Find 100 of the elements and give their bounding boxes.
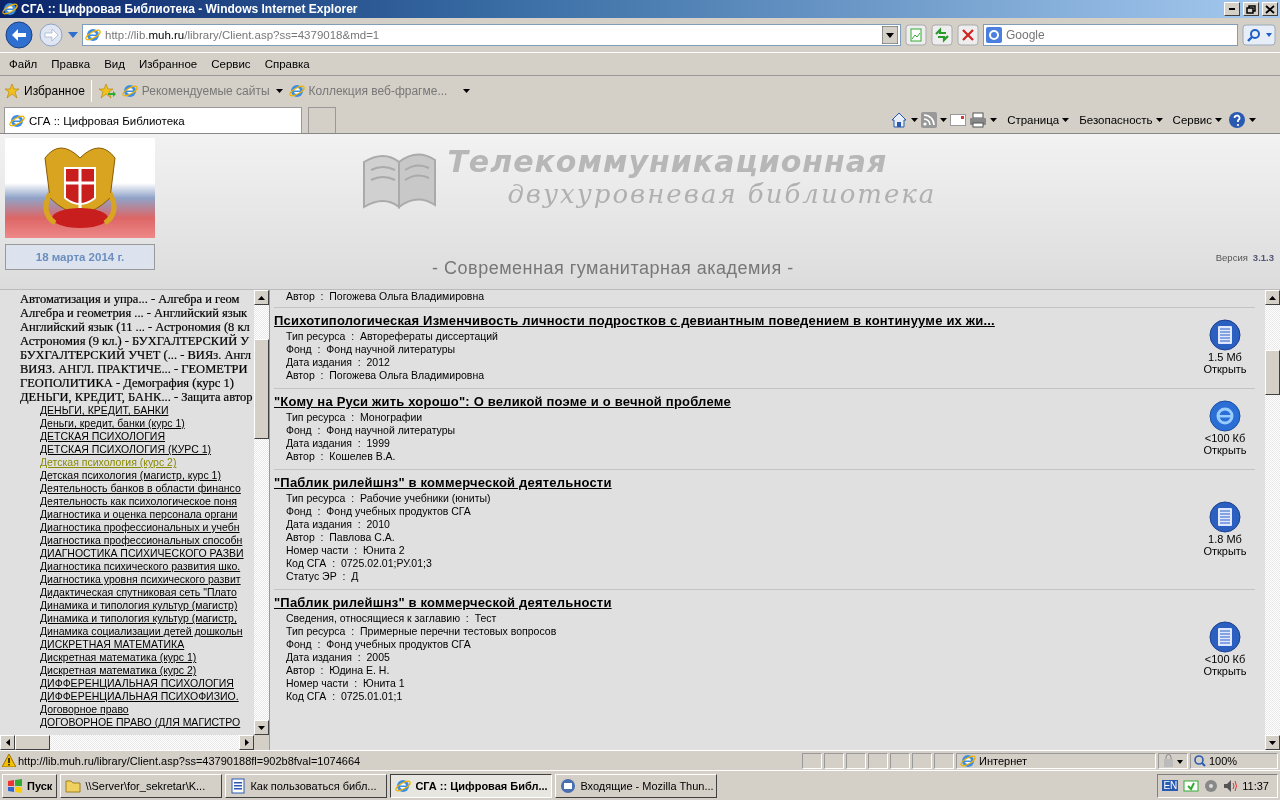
tree-link[interactable]: Договорное право: [40, 703, 129, 716]
file-size: <100 Кб: [1204, 432, 1246, 444]
language-indicator[interactable]: EN: [1162, 780, 1179, 791]
tree-link[interactable]: Динамика и типология культур (магистр): [40, 599, 238, 612]
tree-link[interactable]: Детская психология (магистр, курс 1): [40, 469, 221, 482]
detail-line: Фонд : Фонд учебных продуктов СГА: [285, 505, 472, 518]
favorites-button[interactable]: Избранное: [4, 83, 85, 99]
tree-item[interactable]: Алгебра и геометрия ... - Английский язык: [20, 306, 254, 320]
speaker-icon[interactable]: [1223, 778, 1238, 793]
stop-icon[interactable]: [957, 24, 979, 46]
search-field[interactable]: Google: [983, 24, 1238, 46]
tree-link[interactable]: Деятельность банков в области финансо: [40, 482, 241, 495]
detail-line: Дата издания : 2005: [285, 651, 391, 664]
address-field[interactable]: http://lib.muh.ru/library/Client.asp?ss=4379018&md=1: [82, 24, 901, 46]
tree-item[interactable]: Астрономия (9 кл.) - БУХГАЛТЕРСКИЙ У: [20, 334, 254, 348]
horizontal-scrollbar[interactable]: [0, 735, 269, 750]
help-icon[interactable]: [1228, 110, 1246, 129]
tree-item[interactable]: ВИЯЗ. АНГЛ. ПРАКТИЧЕ... - ГЕОМЕТРИ: [20, 362, 254, 376]
start-button[interactable]: Пуск: [2, 773, 58, 798]
caret-icon[interactable]: [275, 89, 283, 93]
caret-icon[interactable]: [1249, 117, 1256, 122]
tree-item[interactable]: ДЕНЬГИ, КРЕДИТ, БАНК... - Защита автор: [20, 390, 254, 404]
back-button[interactable]: [4, 20, 34, 50]
scrollbar-thumb[interactable]: [254, 339, 269, 439]
tree-link[interactable]: Диагностика профессиональных и учебн: [40, 521, 240, 534]
detail-line: Автор : Павлова С.А.: [285, 531, 396, 544]
taskbar-button[interactable]: \\Server\for_sekretar\K...: [60, 773, 223, 798]
home-icon[interactable]: [890, 110, 909, 129]
tree-link[interactable]: Дискретная математика (курс 2): [40, 664, 197, 677]
result-title-link[interactable]: Психотипологическая Изменчивость личности подростков с девиантным поведением в континууме их жи...: [274, 312, 1195, 330]
menu-item[interactable]: Правка: [44, 56, 98, 72]
tree-link[interactable]: ДЕТСКАЯ ПСИХОЛОГИЯ: [40, 430, 165, 443]
restore-button[interactable]: [1243, 2, 1259, 16]
tree-link[interactable]: Дидактическая спутниковая сеть "Плато: [40, 586, 237, 599]
menu-item[interactable]: Вид: [97, 56, 132, 72]
scroll-down-button[interactable]: [1265, 735, 1280, 750]
result-title-link[interactable]: "Паблик рилейшнз" в коммерческой деятельности: [274, 594, 1195, 612]
tree-item[interactable]: Автоматизация и упра... - Алгебра и геом: [20, 292, 254, 306]
vertical-scrollbar[interactable]: [1265, 290, 1280, 750]
scroll-right-button[interactable]: [239, 735, 254, 750]
menu-item[interactable]: Справка: [257, 56, 317, 72]
tree-link[interactable]: Деятельность как психологическое поня: [40, 495, 237, 508]
caret-icon[interactable]: [911, 117, 919, 122]
tab[interactable]: СГА :: Цифровая Библиотека: [4, 107, 302, 133]
open-link[interactable]: Открыть: [1203, 664, 1247, 677]
mail-icon[interactable]: [950, 113, 967, 126]
printer-icon[interactable]: [969, 111, 988, 128]
scroll-up-button[interactable]: [254, 290, 269, 305]
tree-link[interactable]: ДИАГНОСТИКА ПСИХИЧЕСКОГО РАЗВИ: [40, 547, 244, 560]
tree-link[interactable]: ДЕНЬГИ, КРЕДИТ, БАНКИ: [40, 404, 169, 417]
taskbar-button[interactable]: Входящие - Mozilla Thun...: [555, 773, 718, 798]
page-icon: [288, 83, 305, 99]
caret-icon[interactable]: [463, 89, 471, 93]
menu-item[interactable]: Файл: [2, 56, 45, 72]
tree-link[interactable]: ДИФФЕРЕНЦИАЛЬНАЯ ПСИХОЛОГИЯ: [40, 677, 234, 690]
search-button[interactable]: [1242, 24, 1276, 46]
tree-link[interactable]: ДОГОВОРНОЕ ПРАВО (ДЛЯ МАГИСТРО: [40, 716, 241, 729]
tree-link[interactable]: Деньги, кредит, банки (курс 1): [40, 417, 185, 430]
scroll-down-button[interactable]: [254, 720, 269, 735]
result-title-link[interactable]: "Паблик рилейшнз" в коммерческой деятельности: [274, 474, 1195, 492]
tree-link[interactable]: Динамика и типология культур (магистр,: [40, 612, 237, 625]
network-icon[interactable]: [1183, 777, 1200, 794]
tree-link[interactable]: ДЕТСКАЯ ПСИХОЛОГИЯ (КУРС 1): [40, 443, 212, 456]
taskbar-button[interactable]: Как пользоваться библ...: [225, 773, 388, 798]
caret-icon[interactable]: [940, 117, 948, 122]
close-button[interactable]: [1262, 2, 1278, 16]
minimize-button[interactable]: [1224, 2, 1240, 16]
menu-item[interactable]: Избранное: [131, 56, 205, 72]
command-menu[interactable]: Сервис: [1172, 113, 1222, 126]
vertical-scrollbar[interactable]: [254, 290, 269, 735]
detail-line: Дата издания : 2010: [285, 518, 391, 531]
open-link[interactable]: Открыть: [1203, 444, 1247, 456]
tree-link[interactable]: Диагностика профессиональных способн: [40, 534, 243, 547]
scroll-left-button[interactable]: [0, 735, 15, 750]
tree-link[interactable]: Динамика социализации детей дошкольн: [40, 625, 243, 638]
tree-link[interactable]: ДИФФЕРЕНЦИАЛЬНАЯ ПСИХОФИЗИО.: [40, 690, 239, 703]
mail-icon: [560, 777, 577, 794]
zoom-control[interactable]: 100%: [1190, 752, 1278, 769]
command-menu[interactable]: Безопасность: [1079, 113, 1163, 126]
detail-line: Фонд : Фонд учебных продуктов СГА: [285, 638, 472, 651]
tree-link[interactable]: ДИСКРЕТНАЯ МАТЕМАТИКА: [40, 638, 185, 651]
tree-item[interactable]: ГЕОПОЛИТИКА - Демография (курс 1): [20, 376, 254, 390]
scroll-up-button[interactable]: [1265, 290, 1280, 305]
tree-link[interactable]: Дискретная математика (курс 1): [40, 651, 197, 664]
result-title-link[interactable]: "Кому на Руси жить хорошо": О великой поэме и о вечной проблеме: [274, 393, 1195, 411]
taskbar-button[interactable]: СГА :: Цифровая Библ...: [390, 773, 553, 798]
caret-icon[interactable]: [990, 117, 998, 122]
menu-item[interactable]: Сервис: [204, 56, 258, 72]
tree-item[interactable]: БУХГАЛТЕРСКИЙ УЧЕТ (... - ВИЯз. Англ: [20, 348, 254, 362]
refresh-icon[interactable]: [931, 24, 953, 46]
tree-link[interactable]: Диагностика уровня психического развит: [40, 573, 241, 586]
tree-link[interactable]: Диагностика и оценка персонала органи: [40, 508, 238, 521]
scrollbar-thumb[interactable]: [15, 735, 50, 750]
dropdown-icon[interactable]: [882, 26, 898, 44]
command-menu[interactable]: Страница: [1007, 113, 1070, 126]
scrollbar-thumb[interactable]: [1265, 350, 1280, 395]
tree-item[interactable]: Английский язык (11 ... - Астрономия (8 кл: [20, 320, 254, 334]
open-link[interactable]: Открыть: [1203, 363, 1247, 375]
tree-link[interactable]: Диагностика психического развития шко.: [40, 560, 241, 573]
open-link[interactable]: Открыть: [1203, 544, 1247, 557]
